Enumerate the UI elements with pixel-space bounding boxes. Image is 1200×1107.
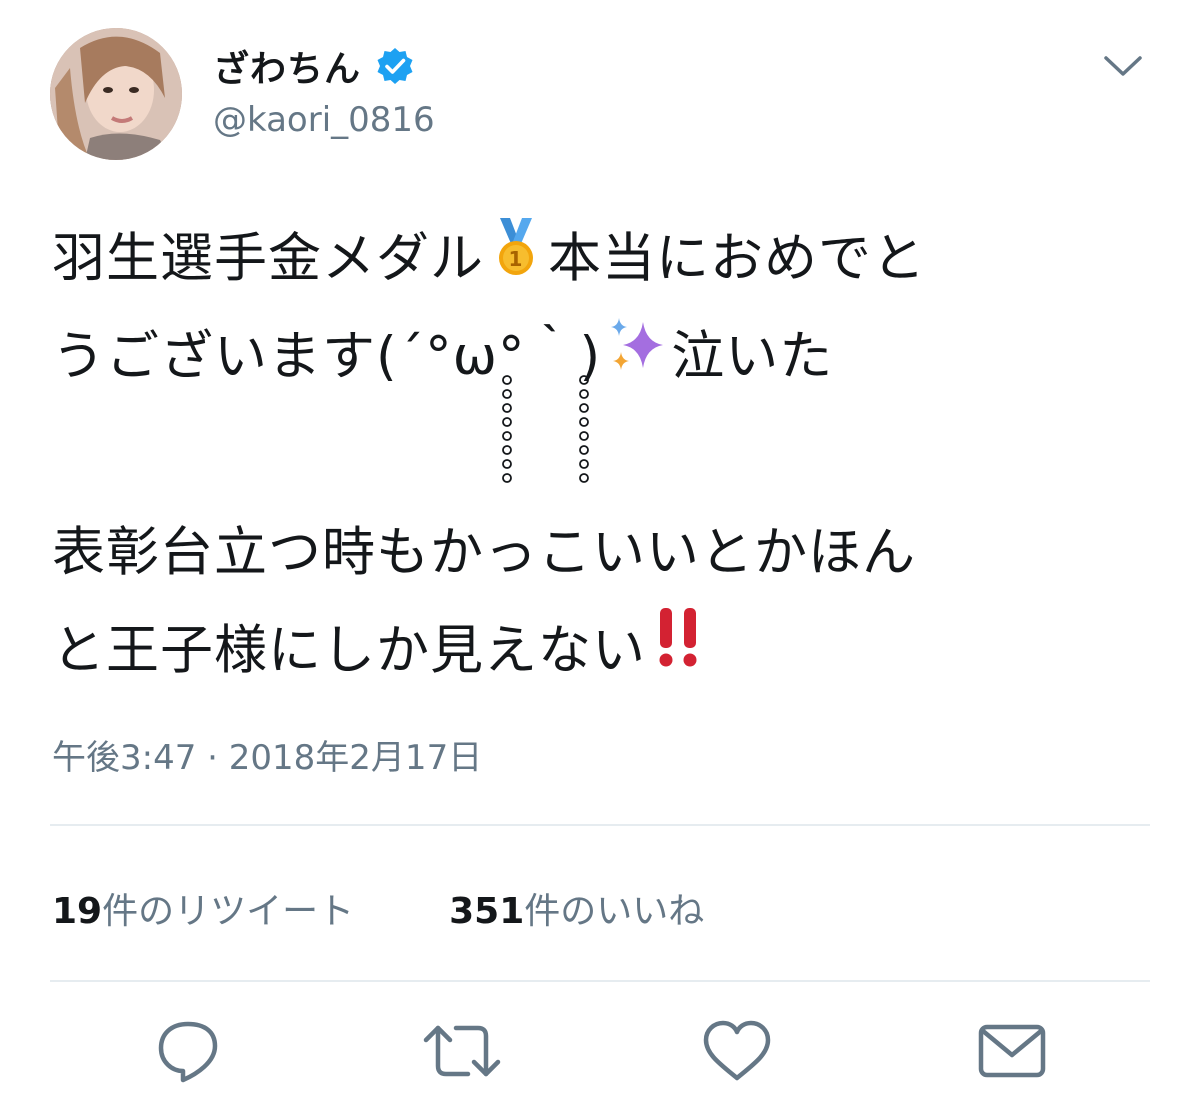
tweet-line-3: 表彰台立つ時もかっこいいとかほん — [52, 522, 916, 583]
kaomoji-tear-right — [577, 374, 591, 486]
tweet-line-4: と王子様にしか見えない — [52, 602, 1162, 700]
display-name-row[interactable]: ざわちん — [213, 40, 415, 92]
tweet-timestamp[interactable]: 午後3:47 · 2018年2月17日 — [52, 730, 482, 779]
share-icon — [975, 1021, 1049, 1085]
avatar[interactable] — [50, 28, 182, 160]
medal-emoji: 1 — [490, 212, 542, 310]
like-button[interactable] — [697, 1018, 777, 1088]
retweet-button[interactable] — [422, 1018, 502, 1088]
likes-count: 351 — [449, 891, 525, 932]
reply-icon — [153, 1018, 223, 1088]
retweets-label: 件のリツイート — [102, 891, 355, 932]
tweet-line-1: 羽生選手金メダル 1 本当におめでと — [52, 210, 1162, 308]
user-handle[interactable]: @kaori_0816 — [213, 100, 435, 140]
divider-bottom — [50, 980, 1150, 982]
likes-label: 件のいいね — [524, 891, 705, 932]
kaomoji-tear-left — [500, 374, 514, 486]
sparkles-emoji — [605, 310, 667, 408]
double-exclamation-emoji — [652, 604, 708, 702]
like-icon — [700, 1018, 774, 1088]
tweet-line-2: うございます(´°ω°｀) 泣いた — [52, 308, 1162, 406]
divider-top — [50, 824, 1150, 826]
verified-badge-icon — [375, 46, 415, 86]
action-bar — [0, 1018, 1200, 1088]
retweets-count: 19 — [52, 891, 103, 932]
likes-stat[interactable]: 351件のいいね — [449, 882, 704, 934]
svg-text:1: 1 — [509, 247, 524, 271]
retweet-icon — [420, 1018, 504, 1088]
tweet-stats: 19件のリツイート 351件のいいね — [52, 882, 799, 934]
retweets-stat[interactable]: 19件のリツイート — [52, 882, 354, 934]
display-name[interactable]: ざわちん — [213, 40, 361, 92]
chevron-down-icon[interactable] — [1100, 48, 1146, 82]
reply-button[interactable] — [148, 1018, 228, 1088]
share-button[interactable] — [972, 1018, 1052, 1088]
tweet-text: 羽生選手金メダル 1 本当におめでと うございます(´°ω°｀) 泣いた 表彰台立つ時… — [52, 210, 1162, 700]
